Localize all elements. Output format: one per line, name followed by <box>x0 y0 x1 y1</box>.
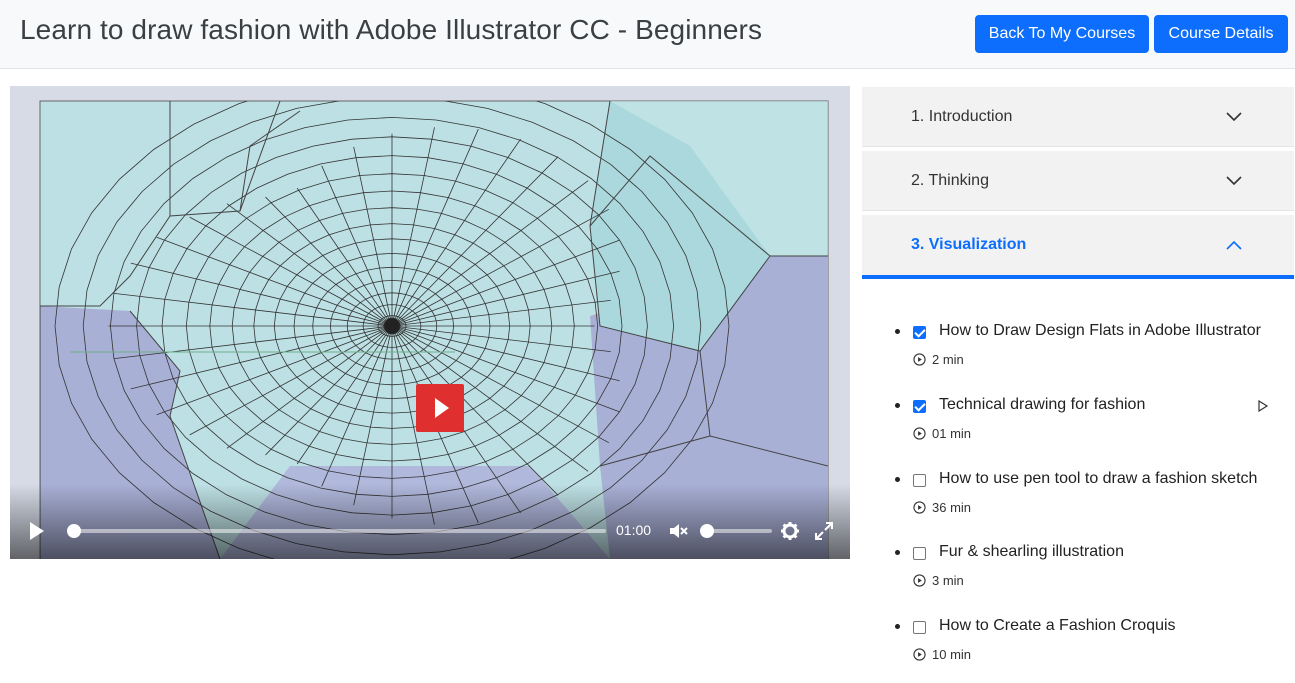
lesson-title[interactable]: Technical drawing for fashion <box>939 396 1145 414</box>
mute-icon[interactable] <box>668 522 688 540</box>
play-circle-icon <box>913 501 926 514</box>
web-center <box>383 317 401 335</box>
fullscreen-icon[interactable] <box>814 521 834 541</box>
player-controls: 01:00 <box>10 484 850 559</box>
course-details-button[interactable]: Course Details <box>1154 15 1288 53</box>
play-icon[interactable] <box>28 522 46 540</box>
section-label: 2. Thinking <box>911 172 989 189</box>
progress-bar[interactable] <box>67 524 606 538</box>
lesson-duration: 3 min <box>932 573 964 588</box>
volume-slider[interactable] <box>700 524 772 538</box>
section-label: 1. Introduction <box>911 108 1013 125</box>
lesson-checkbox[interactable] <box>913 400 926 413</box>
progress-knob[interactable] <box>67 524 82 538</box>
lesson-duration: 2 min <box>932 352 964 367</box>
chevron-up-icon <box>1226 240 1242 250</box>
lesson-checkbox[interactable] <box>913 326 926 339</box>
lesson-title[interactable]: How to Draw Design Flats in Adobe Illust… <box>939 322 1261 340</box>
page-header: Learn to draw fashion with Adobe Illustr… <box>0 0 1295 69</box>
list-item: Technical drawing for fashion 01 min <box>862 392 1294 462</box>
lesson-duration: 01 min <box>932 426 972 441</box>
section-thinking[interactable]: 2. Thinking <box>862 151 1294 211</box>
big-play-button[interactable] <box>416 384 464 432</box>
lesson-duration: 36 min <box>932 500 972 515</box>
lesson-checkbox[interactable] <box>913 474 926 487</box>
list-item: How to use pen tool to draw a fashion sk… <box>862 466 1294 536</box>
bullet <box>895 477 900 482</box>
section-introduction[interactable]: 1. Introduction <box>862 87 1294 147</box>
chevron-down-icon <box>1226 112 1242 122</box>
volume-knob[interactable] <box>700 524 714 538</box>
bullet <box>895 550 900 555</box>
play-circle-icon <box>913 648 926 661</box>
section-visualization[interactable]: 3. Visualization <box>862 215 1294 279</box>
lesson-title[interactable]: How to Create a Fashion Croquis <box>939 617 1176 635</box>
lesson-title[interactable]: Fur & shearling illustration <box>939 543 1124 561</box>
list-item: How to Draw Design Flats in Adobe Illust… <box>862 318 1294 388</box>
play-circle-icon <box>913 574 926 587</box>
current-time: 01:00 <box>616 522 652 538</box>
page-title: Learn to draw fashion with Adobe Illustr… <box>20 14 763 45</box>
bullet <box>895 403 900 408</box>
lesson-title[interactable]: How to use pen tool to draw a fashion sk… <box>939 470 1257 488</box>
bullet <box>895 624 900 629</box>
lesson-duration: 10 min <box>932 647 972 662</box>
now-playing-icon[interactable] <box>1257 400 1269 412</box>
back-to-my-courses-button[interactable]: Back To My Courses <box>975 15 1149 53</box>
list-item: Fur & shearling illustration 3 min <box>862 539 1294 609</box>
chevron-down-icon <box>1226 176 1242 186</box>
lesson-checkbox[interactable] <box>913 547 926 560</box>
bullet <box>895 329 900 334</box>
list-item: How to Create a Fashion Croquis 10 min <box>862 613 1294 683</box>
video-player[interactable]: 01:00 <box>10 86 850 559</box>
play-circle-icon <box>913 353 926 366</box>
play-circle-icon <box>913 427 926 440</box>
section-label: 3. Visualization <box>911 236 1027 253</box>
gear-icon[interactable] <box>780 521 800 541</box>
lesson-checkbox[interactable] <box>913 621 926 634</box>
